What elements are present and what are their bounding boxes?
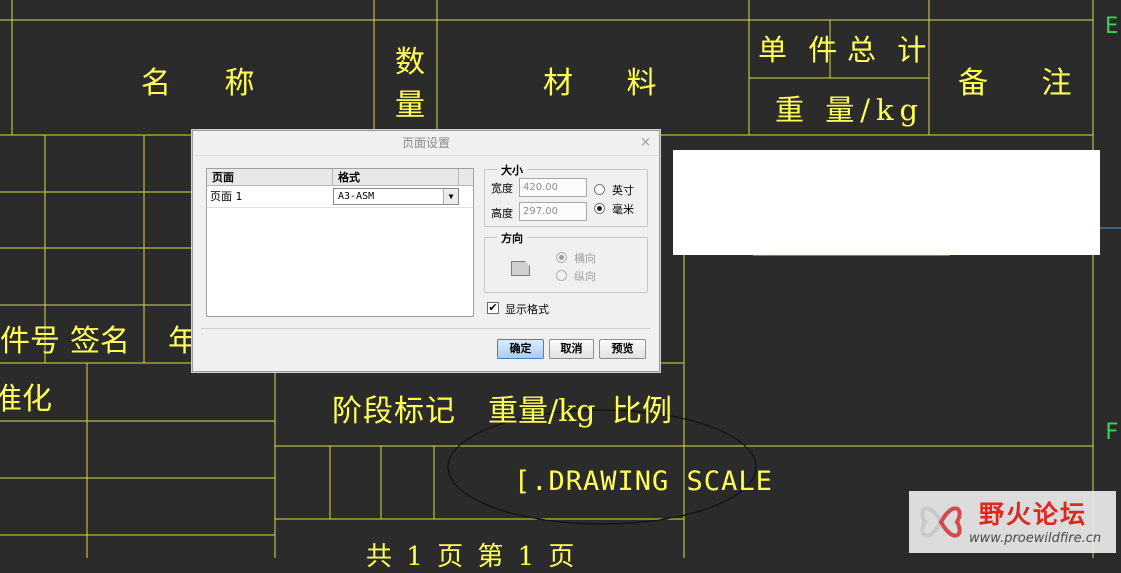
width-input[interactable]: 420.00 <box>519 178 587 197</box>
page-setup-dialog[interactable]: 页面设置 × 页面 格式 页面 1 A3-ASM ▼ 大小 宽度 420.00 … <box>192 130 660 372</box>
header-total: 总 计 <box>847 33 933 67</box>
header-qty-line2: 量 <box>395 88 425 123</box>
portrait-radio[interactable] <box>556 270 567 281</box>
left-partno: 件号 <box>0 324 60 359</box>
drawing-scale-text[interactable]: [.DRAWING SCALE <box>514 466 773 497</box>
scale-label: 比例 <box>612 394 672 429</box>
height-input[interactable]: 297.00 <box>519 202 587 221</box>
height-label: 高度 <box>491 207 513 220</box>
unit-mm-label[interactable]: 毫米 <box>612 201 634 217</box>
width-label: 宽度 <box>491 182 513 195</box>
header-unit: 单 件 <box>758 33 844 67</box>
zone-letter-f: F <box>1105 420 1119 445</box>
header-qty-line1: 数 <box>395 45 425 80</box>
sheet-info: 共 1 页 第 1 页 <box>366 542 578 572</box>
landscape-label[interactable]: 横向 <box>574 250 596 266</box>
format-select[interactable]: A3-ASM ▼ <box>333 188 459 205</box>
zone-letter-e: E <box>1105 14 1119 39</box>
ok-button[interactable]: 确定 <box>497 339 544 359</box>
dialog-separator <box>201 328 651 329</box>
page-orientation-icon <box>511 261 530 276</box>
unit-inch-radio[interactable] <box>594 184 605 195</box>
blank-overlay <box>673 150 1100 255</box>
forum-watermark: 野火论坛 www.proewildfire.cn <box>909 491 1116 553</box>
page-format-table[interactable]: 页面 格式 页面 1 A3-ASM ▼ <box>206 168 474 317</box>
orientation-group: 方向 <box>484 230 648 293</box>
close-icon[interactable]: × <box>640 131 651 155</box>
dialog-titlebar[interactable]: 页面设置 × <box>193 131 659 156</box>
column-header-format[interactable]: 格式 <box>333 169 459 186</box>
column-header-extra <box>459 169 473 186</box>
stage-mark: 阶段标记 <box>332 394 456 429</box>
header-name: 名 称 <box>141 66 277 101</box>
weight-kg: 重量/kg <box>488 394 596 429</box>
left-sign: 签名 <box>70 324 130 359</box>
unit-inch-label[interactable]: 英寸 <box>612 182 634 198</box>
butterfly-logo-icon <box>920 506 962 538</box>
watermark-url: www.proewildfire.cn <box>969 531 1102 546</box>
watermark-title: 野火论坛 <box>979 500 1088 529</box>
format-select-value: A3-ASM <box>338 191 375 202</box>
orientation-legend: 方向 <box>497 230 527 246</box>
header-remark: 备 注 <box>958 66 1094 101</box>
show-format-checkbox[interactable]: ✔ <box>487 302 499 314</box>
size-legend: 大小 <box>497 162 527 178</box>
table-row[interactable]: 页面 1 A3-ASM ▼ <box>207 187 473 208</box>
header-material: 材 料 <box>543 66 679 101</box>
dropdown-arrow-icon[interactable]: ▼ <box>443 189 458 204</box>
header-weight: 重 量/kg <box>775 93 925 127</box>
column-header-page[interactable]: 页面 <box>207 169 333 186</box>
portrait-label[interactable]: 纵向 <box>574 268 596 284</box>
left-standardization: 准化 <box>0 382 52 417</box>
page-cell[interactable]: 页面 1 <box>210 187 243 207</box>
dialog-title: 页面设置 <box>401 136 450 150</box>
show-format-label[interactable]: 显示格式 <box>505 301 549 317</box>
preview-button[interactable]: 预览 <box>599 339 646 359</box>
cancel-button[interactable]: 取消 <box>549 339 594 359</box>
landscape-radio[interactable] <box>556 252 567 263</box>
unit-mm-radio[interactable] <box>594 203 605 214</box>
